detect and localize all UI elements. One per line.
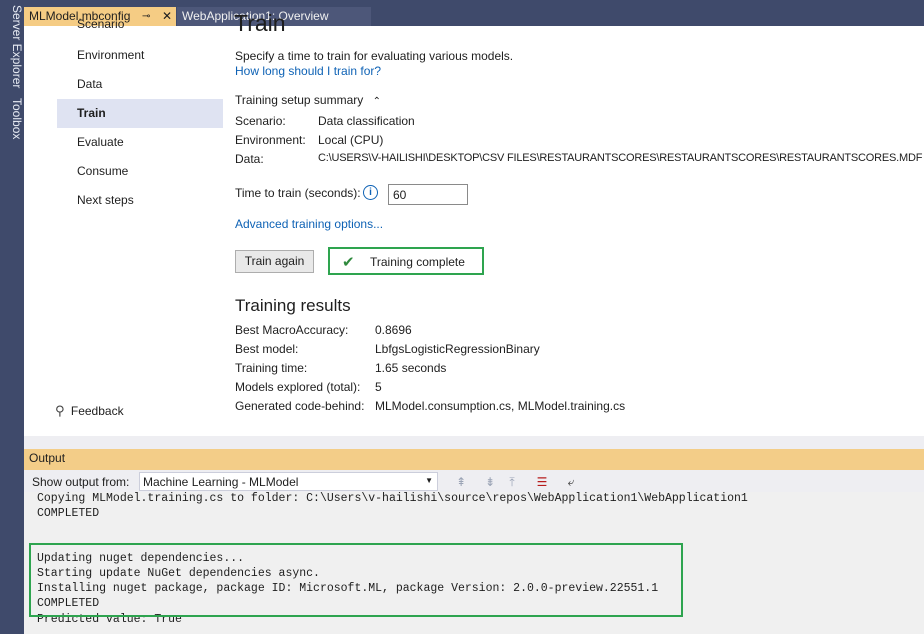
train-again-button[interactable]: Train again <box>235 250 314 273</box>
output-source-select[interactable]: Machine Learning - MLModel ▼ <box>139 472 438 491</box>
splitter[interactable] <box>24 436 924 449</box>
result-label: Models explored (total): <box>235 380 361 394</box>
tool-window-strip: Server Explorer Toolbox <box>0 0 24 634</box>
result-value: LbfgsLogisticRegressionBinary <box>375 342 540 356</box>
feedback-label: Feedback <box>70 404 124 418</box>
environment-value: Local (CPU) <box>318 133 384 147</box>
help-link[interactable]: How long should I train for? <box>235 64 381 78</box>
time-to-train-input[interactable]: 60 <box>388 184 468 205</box>
feedback-icon: ⚲ <box>55 403 65 418</box>
toolbox-tab[interactable]: Toolbox <box>0 96 24 142</box>
nav-item-evaluate[interactable]: Evaluate <box>57 128 223 157</box>
training-status-text: Training complete <box>370 255 465 269</box>
environment-label: Environment: <box>235 133 306 147</box>
word-wrap-icon[interactable]: ⤶ <box>562 474 580 490</box>
results-title: Training results <box>235 296 351 315</box>
info-icon[interactable]: i <box>363 185 378 200</box>
train-description: Specify a time to train for evaluating v… <box>235 49 514 63</box>
time-to-train-value: 60 <box>393 188 407 202</box>
nav-item-scenario[interactable]: Scenario <box>57 14 223 34</box>
result-label: Best model: <box>235 342 299 356</box>
data-label: Data: <box>235 152 264 166</box>
advanced-training-link[interactable]: Advanced training options... <box>235 217 383 231</box>
show-output-label: Show output from: <box>32 475 130 489</box>
nav-item-next-steps[interactable]: Next steps <box>57 186 223 215</box>
output-title-bar: Output <box>24 449 924 468</box>
result-value: 1.65 seconds <box>375 361 447 375</box>
chevron-up-icon: ⌃ <box>372 96 382 107</box>
result-label: Training time: <box>235 361 308 375</box>
checkmark-icon: ✔ <box>342 254 355 271</box>
result-value: 0.8696 <box>375 323 412 337</box>
nav-item-data[interactable]: Data <box>57 70 223 99</box>
result-label: Best MacroAccuracy: <box>235 323 349 337</box>
output-title: Output <box>29 451 66 465</box>
page-title: Train <box>234 10 286 36</box>
result-value: 5 <box>375 380 382 394</box>
time-to-train-label: Time to train (seconds): <box>235 186 361 200</box>
find-message-icon[interactable]: ⤒ <box>503 474 521 490</box>
nav-item-consume[interactable]: Consume <box>57 157 223 186</box>
feedback-link[interactable]: ⚲ Feedback <box>55 403 124 419</box>
data-value: C:\USERS\V-HAILISHI\DESKTOP\CSV FILES\RE… <box>318 152 923 164</box>
summary-title: Training setup summary <box>235 93 364 107</box>
nav-item-train[interactable]: Train <box>57 99 223 128</box>
output-source-value: Machine Learning - MLModel <box>143 475 299 489</box>
output-highlight <box>29 543 683 617</box>
server-explorer-tab[interactable]: Server Explorer <box>0 5 24 88</box>
output-line: Copying MLModel.training.cs to folder: C… <box>37 492 748 505</box>
result-label: Generated code-behind: <box>235 399 365 413</box>
nav-item-environment[interactable]: Environment <box>57 41 223 70</box>
clear-all-icon[interactable]: ☰ <box>533 474 551 490</box>
scenario-value: Data classification <box>318 114 415 128</box>
goto-next-message-icon[interactable]: ⇟ <box>481 474 499 490</box>
scenario-label: Scenario: <box>235 114 286 128</box>
chevron-down-icon: ▼ <box>425 476 433 485</box>
goto-prev-message-icon[interactable]: ⇞ <box>452 474 470 490</box>
output-line: COMPLETED <box>37 507 100 520</box>
train-again-label: Train again <box>244 254 305 268</box>
result-value: MLModel.consumption.cs, MLModel.training… <box>375 399 626 413</box>
training-status: ✔ Training complete <box>328 247 484 275</box>
summary-toggle[interactable]: Training setup summary ⌃ <box>235 93 381 107</box>
